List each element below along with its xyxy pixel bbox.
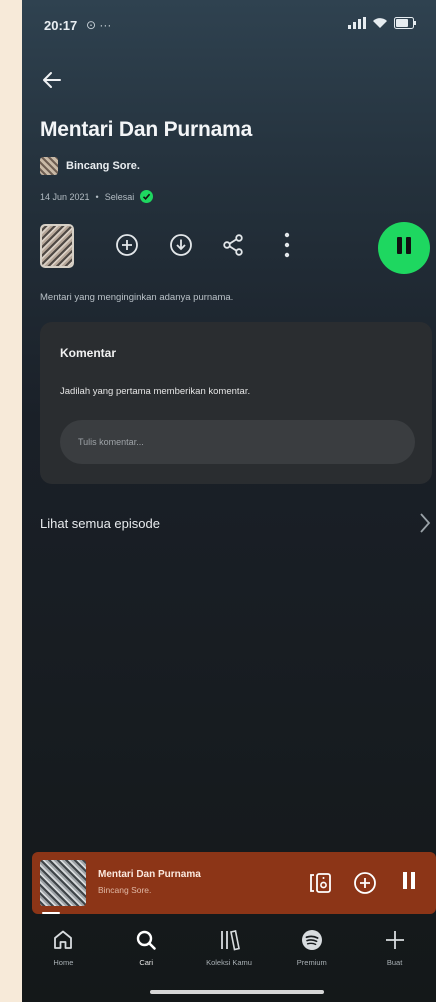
episode-description: Mentari yang menginginkan adanya purnama… — [40, 292, 234, 303]
mini-player-author: Bincang Sore. — [98, 885, 152, 895]
devices-icon — [310, 873, 331, 893]
add-circle-icon — [354, 872, 376, 894]
pause-icon — [401, 872, 417, 894]
chevron-right-icon — [420, 513, 431, 533]
share-icon — [223, 234, 243, 256]
nav-label-search: Cari — [139, 958, 154, 967]
nav-premium[interactable]: Premium — [270, 920, 353, 980]
episode-status: Selesai — [104, 191, 135, 202]
episode-meta: 14 Jun 2021 • Selesai — [40, 190, 154, 203]
signal-icon — [348, 17, 366, 29]
mini-add-button[interactable] — [350, 868, 380, 898]
see-all-episodes-row[interactable]: Lihat semua episode — [40, 505, 432, 541]
battery-icon — [394, 17, 416, 29]
connect-device-button[interactable] — [306, 868, 336, 898]
plus-icon — [385, 931, 404, 949]
add-button[interactable] — [112, 230, 142, 260]
author-name: Bincang Sore. — [66, 160, 140, 172]
home-icon — [54, 930, 73, 949]
mini-player-cover — [40, 860, 86, 906]
pause-icon — [395, 237, 413, 259]
download-icon — [170, 234, 192, 256]
nav-create[interactable]: Buat — [353, 920, 436, 980]
mini-player-progress — [42, 912, 60, 914]
status-right — [348, 17, 416, 29]
spotify-icon — [301, 930, 322, 950]
comments-title: Komentar — [60, 346, 117, 360]
episode-title: Mentari Dan Purnama — [40, 118, 253, 141]
author-link[interactable]: Bincang Sore. — [40, 157, 140, 175]
nav-home[interactable]: Home — [22, 920, 105, 980]
check-circle-icon — [140, 190, 154, 203]
arrow-left-icon — [43, 72, 61, 88]
app-screen: 20:17 ⊙ ··· Mentari Dan Purnama Bincang … — [22, 0, 436, 1002]
mini-pause-button[interactable] — [394, 868, 424, 898]
search-icon — [136, 930, 156, 950]
more-vertical-icon — [284, 232, 290, 258]
comments-card: Komentar Jadilah yang pertama memberikan… — [40, 322, 432, 484]
more-options-button[interactable] — [272, 230, 302, 260]
nav-label-create: Buat — [386, 958, 403, 967]
status-extra-icons: ⊙ ··· — [86, 18, 112, 32]
see-all-episodes-label: Lihat semua episode — [40, 515, 160, 531]
author-avatar — [40, 157, 58, 175]
nav-label-library: Koleksi Kamu — [206, 958, 252, 967]
comment-input[interactable] — [60, 420, 415, 464]
bottom-nav: Home Cari Koleksi Kamu Premium Buat — [22, 920, 436, 980]
episode-cover[interactable] — [40, 224, 74, 268]
nav-label-premium: Premium — [296, 958, 327, 967]
mini-player-title: Mentari Dan Purnama — [98, 869, 201, 880]
library-icon — [221, 930, 240, 951]
home-indicator — [150, 990, 324, 994]
episode-date: 14 Jun 2021 — [40, 191, 90, 202]
add-circle-icon — [116, 234, 138, 256]
meta-separator: • — [95, 191, 99, 202]
episode-actions — [40, 222, 432, 274]
comments-empty-text: Jadilah yang pertama memberikan komentar… — [60, 386, 251, 397]
nav-label-home: Home — [53, 958, 74, 967]
pause-button[interactable] — [378, 222, 430, 274]
wifi-icon — [372, 17, 388, 29]
nav-library[interactable]: Koleksi Kamu — [188, 920, 271, 980]
back-button[interactable] — [36, 64, 68, 96]
status-time: 20:17 — [44, 18, 78, 33]
share-button[interactable] — [218, 230, 248, 260]
nav-search[interactable]: Cari — [105, 920, 188, 980]
status-bar: 20:17 ⊙ ··· — [22, 14, 436, 44]
mini-player[interactable]: Mentari Dan Purnama Bincang Sore. — [32, 852, 436, 914]
download-button[interactable] — [166, 230, 196, 260]
